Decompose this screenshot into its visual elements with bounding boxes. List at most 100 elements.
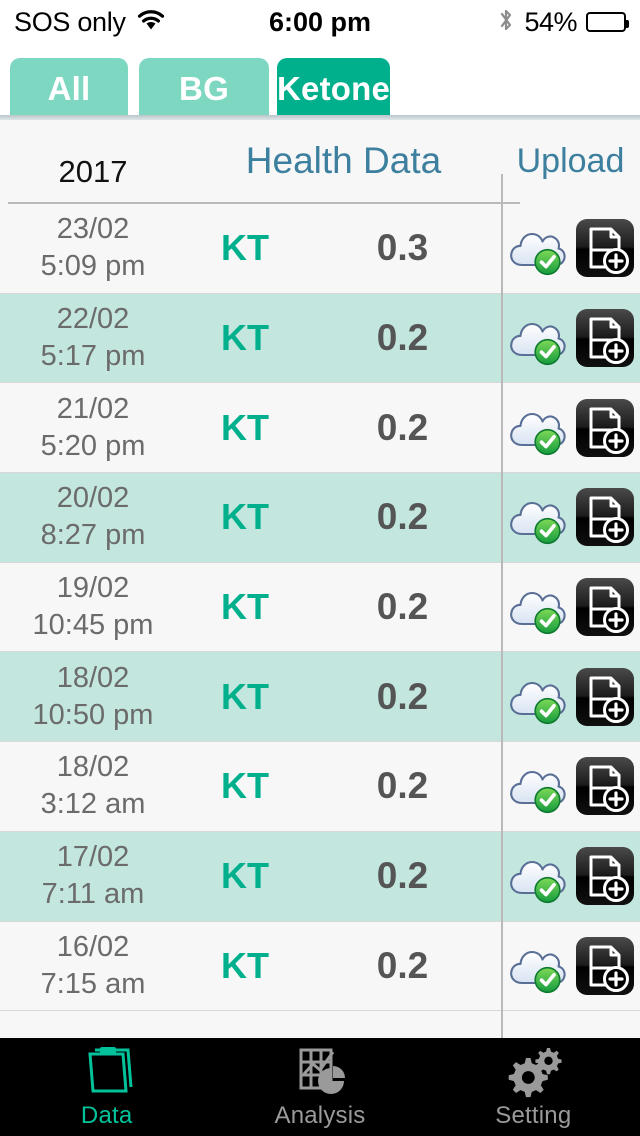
table-row[interactable]: 18/02 10:50 pm KT 0.2 — [0, 652, 640, 743]
cloud-uploaded-icon[interactable] — [506, 309, 568, 367]
health-data-list[interactable]: 23/02 5:09 pm KT 0.3 22/02 5:17 pm KT 0.2 — [0, 204, 640, 1012]
row-upload-actions — [501, 652, 640, 741]
row-type: KT — [221, 317, 269, 359]
add-document-icon[interactable] — [574, 845, 636, 907]
row-datetime: 18/02 3:12 am — [0, 749, 186, 823]
row-upload-actions — [501, 832, 640, 921]
row-date: 18/02 — [56, 661, 130, 694]
status-bar-left: SOS only — [14, 7, 166, 38]
add-document-icon[interactable] — [574, 935, 636, 997]
row-type: KT — [221, 765, 269, 807]
cloud-uploaded-icon[interactable] — [506, 937, 568, 995]
nav-label-analysis: Analysis — [274, 1102, 366, 1129]
table-row[interactable]: 23/02 5:09 pm KT 0.3 — [0, 204, 640, 294]
upload-column-header[interactable]: Upload — [501, 142, 640, 181]
row-time: 7:11 am — [41, 878, 145, 911]
add-document-icon[interactable] — [574, 307, 636, 369]
row-value: 0.2 — [376, 765, 429, 807]
bluetooth-icon — [497, 6, 515, 39]
add-document-icon[interactable] — [574, 397, 636, 459]
status-bar-right: 54% — [497, 6, 629, 39]
row-type: KT — [221, 406, 269, 448]
nav-item-setting[interactable]: Setting — [427, 1038, 640, 1136]
cloud-uploaded-icon[interactable] — [506, 847, 568, 905]
chart-pie-icon — [289, 1044, 351, 1100]
battery-percent-label: 54% — [524, 6, 577, 37]
row-type: KT — [221, 496, 269, 538]
cloud-uploaded-icon[interactable] — [506, 488, 568, 546]
row-date: 22/02 — [56, 303, 130, 336]
cloud-uploaded-icon[interactable] — [506, 757, 568, 815]
row-upload-actions — [501, 383, 640, 472]
row-value: 0.2 — [376, 496, 429, 538]
row-type: KT — [221, 675, 269, 717]
row-value: 0.2 — [376, 675, 429, 717]
add-document-icon[interactable] — [574, 217, 636, 279]
row-value: 0.2 — [376, 317, 429, 359]
tab-all-label: All — [47, 70, 91, 107]
row-datetime: 18/02 10:50 pm — [0, 660, 186, 734]
nav-item-data[interactable]: Data — [0, 1038, 213, 1136]
row-date: 21/02 — [56, 392, 130, 425]
row-time: 10:45 pm — [32, 609, 154, 642]
bottom-navigation-bar: Data Analysis Setting — [0, 1038, 640, 1136]
table-row[interactable]: 21/02 5:20 pm KT 0.2 — [0, 383, 640, 474]
row-date: 20/02 — [56, 482, 130, 515]
tab-all[interactable]: All — [10, 58, 128, 120]
cloud-uploaded-icon[interactable] — [506, 578, 568, 636]
battery-icon — [586, 12, 629, 32]
cloud-uploaded-icon[interactable] — [506, 399, 568, 457]
add-document-icon[interactable] — [574, 486, 636, 548]
row-upload-actions — [501, 294, 640, 383]
row-upload-actions — [501, 204, 640, 293]
row-value: 0.2 — [376, 944, 429, 986]
health-data-panel: 2017 Health Data Upload 23/02 5:09 pm KT 0.… — [0, 120, 640, 1038]
row-upload-actions — [501, 473, 640, 562]
carrier-label: SOS only — [14, 6, 126, 37]
row-date: 23/02 — [56, 213, 130, 246]
row-date: 17/02 — [56, 841, 130, 874]
category-tab-bar: All BG Ketone — [0, 44, 640, 120]
page-title: Health Data — [245, 140, 442, 181]
tab-bg[interactable]: BG — [139, 58, 269, 120]
table-row[interactable]: 17/02 7:11 am KT 0.2 — [0, 831, 640, 922]
add-document-icon[interactable] — [574, 576, 636, 638]
cloud-uploaded-icon[interactable] — [506, 219, 568, 277]
row-time: 5:17 pm — [40, 340, 146, 373]
row-datetime: 16/02 7:15 am — [0, 929, 186, 1003]
row-datetime: 21/02 5:20 pm — [0, 391, 186, 465]
year-label: 2017 — [58, 154, 128, 189]
row-value: 0.2 — [376, 586, 429, 628]
row-upload-actions — [501, 742, 640, 831]
row-datetime: 20/02 8:27 pm — [0, 480, 186, 554]
row-date: 18/02 — [56, 751, 130, 784]
row-value: 0.2 — [376, 855, 429, 897]
table-row[interactable]: 16/02 7:15 am KT 0.2 — [0, 921, 640, 1012]
row-datetime: 22/02 5:17 pm — [0, 301, 186, 375]
row-upload-actions — [501, 922, 640, 1011]
row-time: 7:15 am — [40, 967, 146, 1000]
nav-label-data: Data — [80, 1102, 133, 1129]
row-date: 16/02 — [56, 930, 130, 963]
clipboard-icon — [76, 1044, 138, 1100]
row-time: 8:27 pm — [40, 519, 146, 552]
table-row[interactable]: 20/02 8:27 pm KT 0.2 — [0, 473, 640, 563]
table-row[interactable]: 18/02 3:12 am KT 0.2 — [0, 742, 640, 832]
table-row[interactable]: 22/02 5:17 pm KT 0.2 — [0, 293, 640, 384]
add-document-icon[interactable] — [574, 755, 636, 817]
row-datetime: 17/02 7:11 am — [0, 839, 186, 913]
row-type: KT — [221, 855, 269, 897]
cloud-uploaded-icon[interactable] — [506, 668, 568, 726]
row-time: 3:12 am — [40, 788, 146, 821]
row-upload-actions — [501, 563, 640, 652]
row-time: 5:20 pm — [40, 429, 146, 462]
row-type: KT — [221, 586, 269, 628]
row-date: 19/02 — [56, 572, 130, 605]
nav-item-analysis[interactable]: Analysis — [213, 1038, 426, 1136]
tab-ketone[interactable]: Ketone — [277, 58, 390, 120]
add-document-icon[interactable] — [574, 666, 636, 728]
tab-bg-label: BG — [179, 70, 229, 107]
table-row[interactable]: 19/02 10:45 pm KT 0.2 — [0, 562, 640, 653]
row-type: KT — [221, 227, 269, 269]
row-datetime: 19/02 10:45 pm — [0, 570, 186, 644]
